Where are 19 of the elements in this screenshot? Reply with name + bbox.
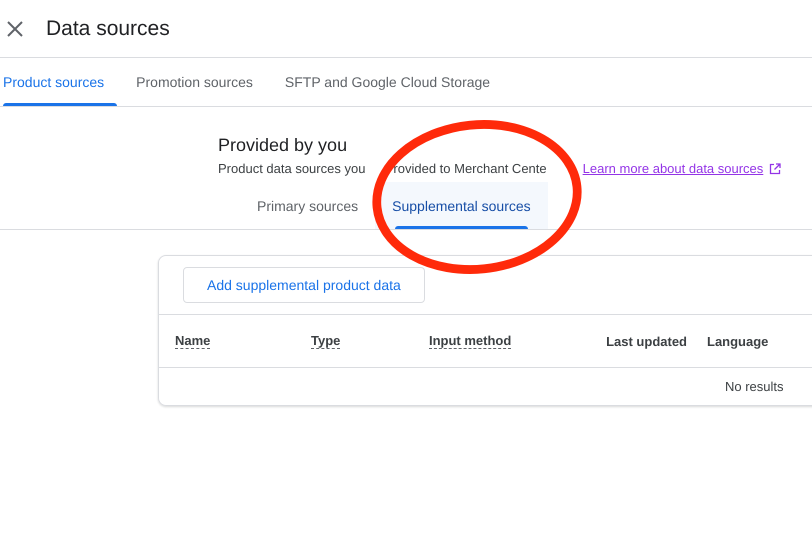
description-text: Product data sources you: [218, 161, 366, 176]
tab[interactable]: Promotion sources: [120, 58, 269, 106]
tab[interactable]: Supplemental sources: [375, 182, 548, 229]
external-link-icon: [769, 162, 782, 174]
tab[interactable]: Product sources: [0, 58, 120, 106]
add-data-button[interactable]: Add supplemental product data: [183, 267, 425, 303]
column-header[interactable]: Name: [175, 333, 210, 349]
column-header: Language: [707, 334, 768, 348]
page-title: Data sources: [46, 16, 170, 40]
column-header: Last updated: [606, 334, 688, 348]
section-title: Provided by you: [218, 135, 348, 156]
column-header[interactable]: Type: [311, 333, 340, 349]
description-text: rovided to Merchant Cente: [393, 161, 547, 176]
learn-more-link[interactable]: Learn more about data sources: [582, 161, 764, 176]
tab[interactable]: Primary sources: [240, 182, 376, 229]
tab[interactable]: SFTP and Google Cloud Storage: [268, 58, 506, 106]
column-header[interactable]: Input method: [429, 333, 512, 349]
empty-message: No results: [725, 379, 784, 394]
close-icon[interactable]: [6, 20, 24, 38]
